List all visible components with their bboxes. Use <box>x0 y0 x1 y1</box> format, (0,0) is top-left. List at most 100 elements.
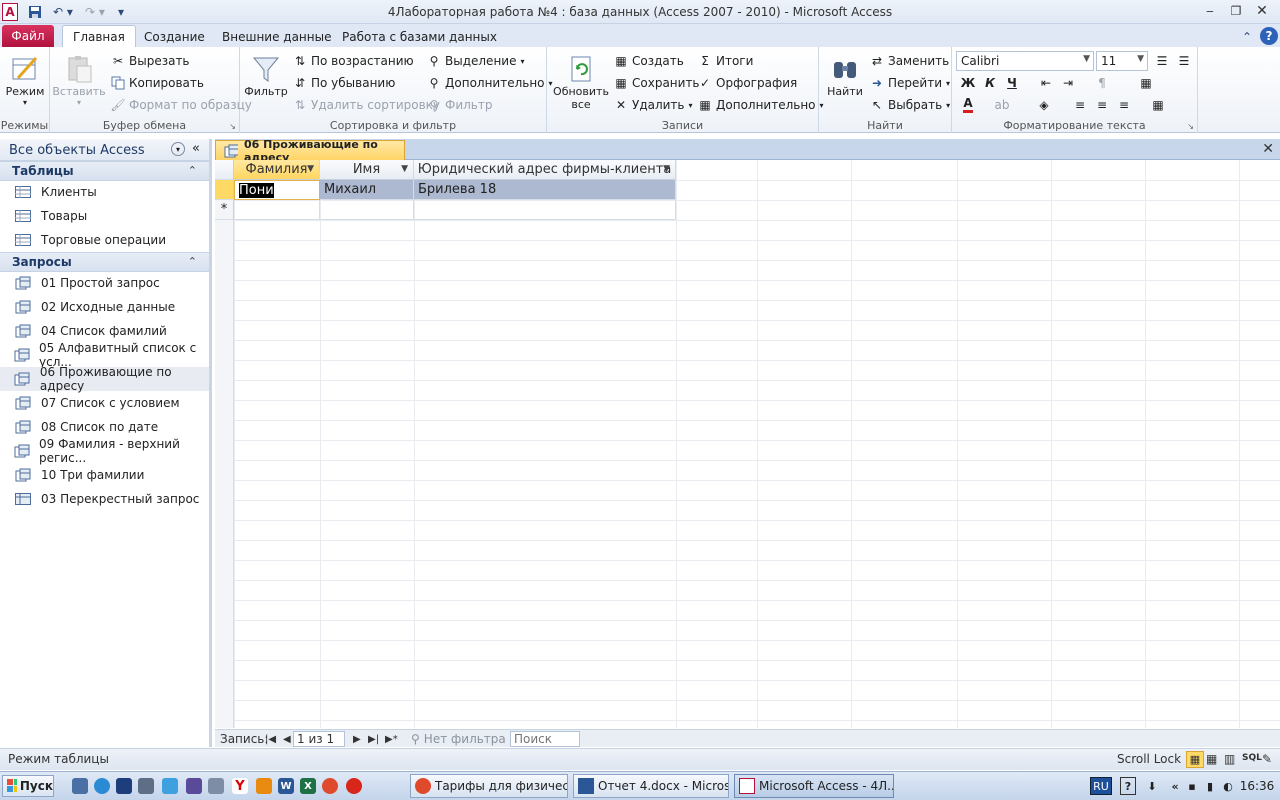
numbering-icon[interactable]: ☰ <box>1174 51 1194 71</box>
paragraph-direction-icon[interactable]: ¶ <box>1092 73 1112 93</box>
document-tab[interactable]: 06 Проживающие по адресу <box>215 138 405 164</box>
next-record-icon[interactable]: ▶ <box>353 731 361 747</box>
highlight-icon[interactable]: ab <box>992 95 1012 115</box>
help-tray-icon[interactable]: ? <box>1120 777 1136 795</box>
pivot-table-view-icon[interactable]: ▦ <box>1206 752 1217 766</box>
save-disk-icon[interactable] <box>116 778 132 794</box>
tab-database-tools[interactable]: Работа с базами данных <box>332 25 507 48</box>
clock[interactable]: 16:36 <box>1240 777 1275 795</box>
pivot-chart-view-icon[interactable]: ▥ <box>1224 752 1235 766</box>
tab-file[interactable]: Файл <box>2 25 54 47</box>
font-name-combo[interactable]: Calibri ▼ <box>956 51 1094 71</box>
bold-button[interactable]: Ж <box>958 73 978 93</box>
new-record-button[interactable]: ▦ Создать <box>613 51 684 71</box>
notepad-icon[interactable] <box>138 778 154 794</box>
filter-button[interactable]: Фильтр <box>244 53 288 98</box>
nav-section-queries[interactable]: Запросы ⌃ <box>0 252 209 272</box>
align-center-icon[interactable]: ≡ <box>1092 95 1112 115</box>
task-access-window[interactable]: Microsoft Access - 4Л... <box>734 774 894 798</box>
tab-external-data[interactable]: Внешние данные <box>212 25 341 48</box>
sort-descending-button[interactable]: ⇵ По убыванию <box>292 73 395 93</box>
nav-item-query[interactable]: 10 Три фамилии <box>0 463 209 487</box>
language-indicator[interactable]: RU <box>1090 777 1112 795</box>
nav-item-query[interactable]: 02 Исходные данные <box>0 295 209 319</box>
column-header-name[interactable]: Имя ▼ <box>320 160 414 180</box>
new-record-selector[interactable]: * <box>215 200 234 220</box>
totals-button[interactable]: Σ Итоги <box>697 51 753 71</box>
search-input[interactable] <box>510 731 580 747</box>
task-chrome-window[interactable]: Тарифы для физически... <box>410 774 568 798</box>
tab-home[interactable]: Главная <box>62 25 136 48</box>
datasheet-view-icon[interactable]: ▦ <box>1186 751 1204 768</box>
collapse-pane-icon[interactable]: « <box>192 141 200 156</box>
close-document-icon[interactable]: ✕ <box>1262 141 1274 157</box>
table-cell[interactable]: Пони <box>234 180 320 200</box>
tab-create[interactable]: Создание <box>134 25 215 48</box>
volume-icon[interactable]: ◐ <box>1220 777 1236 795</box>
select-all-corner[interactable] <box>215 160 234 180</box>
find-button[interactable]: Найти <box>825 53 865 98</box>
nav-item-query[interactable]: 06 Проживающие по адресу <box>0 365 209 393</box>
toggle-filter-button[interactable]: ⚲ Фильтр <box>426 95 493 115</box>
font-color-button[interactable]: A <box>958 95 978 115</box>
opera-icon[interactable] <box>346 778 362 794</box>
paste-button[interactable]: Вставить ▾ <box>52 53 106 107</box>
design-view-icon[interactable]: ✎ <box>1262 752 1272 766</box>
copy-button[interactable]: Копировать <box>110 73 204 93</box>
table-cell[interactable]: Михаил <box>320 180 414 200</box>
underline-button[interactable]: Ч <box>1002 73 1022 93</box>
show-desktop-icon[interactable] <box>72 778 88 794</box>
network-icon[interactable]: ▪ <box>1184 777 1200 795</box>
new-record-nav-icon[interactable]: ▶* <box>385 731 398 747</box>
nav-item-table[interactable]: Клиенты <box>0 180 209 204</box>
yandex-icon[interactable]: Y <box>232 778 248 794</box>
calculator-icon[interactable] <box>208 778 224 794</box>
office-icon[interactable] <box>256 778 272 794</box>
refresh-all-button[interactable]: Обновить все <box>553 53 609 111</box>
media-player-icon[interactable] <box>186 778 202 794</box>
select-button[interactable]: ↖ Выбрать ▾ <box>869 95 950 115</box>
column-header-surname[interactable]: Фамилия ▼ <box>234 160 320 180</box>
bullets-icon[interactable]: ☰ <box>1152 51 1172 71</box>
align-right-icon[interactable]: ≡ <box>1114 95 1134 115</box>
nav-item-query[interactable]: 01 Простой запрос <box>0 271 209 295</box>
word-icon[interactable]: W <box>278 778 294 794</box>
excel-icon[interactable]: X <box>300 778 316 794</box>
sql-view-button[interactable]: SQL <box>1242 753 1262 763</box>
gridlines-icon[interactable]: ▦ <box>1136 73 1156 93</box>
previous-record-icon[interactable]: ◀ <box>283 731 291 747</box>
remove-sort-button[interactable]: ⇅ Удалить сортировку <box>292 95 440 115</box>
nav-menu-chevron-icon[interactable]: ▾ <box>171 142 185 156</box>
signal-icon[interactable]: ▮ <box>1202 777 1218 795</box>
nav-section-tables[interactable]: Таблицы ⌃ <box>0 161 209 181</box>
nav-item-table[interactable]: Торговые операции <box>0 228 209 252</box>
nav-item-query[interactable]: 07 Список с условием <box>0 391 209 415</box>
show-hidden-icons[interactable]: « <box>1168 777 1182 795</box>
last-record-icon[interactable]: ▶| <box>368 731 379 747</box>
chrome-icon[interactable] <box>322 778 338 794</box>
selection-button[interactable]: ⚲ Выделение ▾ <box>426 51 525 71</box>
minimize-ribbon-icon[interactable]: ⌃ <box>1240 28 1254 46</box>
nav-item-query[interactable]: 08 Список по дате <box>0 415 209 439</box>
cut-button[interactable]: ✂ Вырезать <box>110 51 190 71</box>
format-painter-button[interactable]: 🖌 Формат по образцу <box>110 95 252 115</box>
align-left-icon[interactable]: ≡ <box>1070 95 1090 115</box>
goto-button[interactable]: ➜ Перейти ▾ <box>869 73 950 93</box>
view-button[interactable]: Режим ▾ <box>5 53 45 107</box>
nav-item-query[interactable]: 03 Перекрестный запрос <box>0 487 209 511</box>
nav-item-query[interactable]: 04 Список фамилий <box>0 319 209 343</box>
table-cell[interactable]: Брилева 18 <box>414 180 676 200</box>
help-icon[interactable]: ? <box>1260 27 1278 45</box>
nav-item-table[interactable]: Товары <box>0 204 209 228</box>
dialog-launcher-icon[interactable]: ↘ <box>1187 122 1194 131</box>
increase-indent-icon[interactable]: ⇥ <box>1058 73 1078 93</box>
fill-color-icon[interactable]: ◈ <box>1034 95 1054 115</box>
column-header-address[interactable]: Юридический адрес фирмы-клиента ▼ <box>414 160 676 180</box>
new-record-cell[interactable] <box>234 200 320 220</box>
save-record-button[interactable]: ▦ Сохранить <box>613 73 699 93</box>
task-word-window[interactable]: Отчет 4.docx - Microsof... <box>573 774 729 798</box>
pin-tray-icon[interactable]: ⬇ <box>1146 777 1158 795</box>
ie-icon[interactable] <box>94 778 110 794</box>
start-button[interactable]: Пуск <box>2 775 54 797</box>
dialog-launcher-icon[interactable]: ↘ <box>229 122 236 131</box>
